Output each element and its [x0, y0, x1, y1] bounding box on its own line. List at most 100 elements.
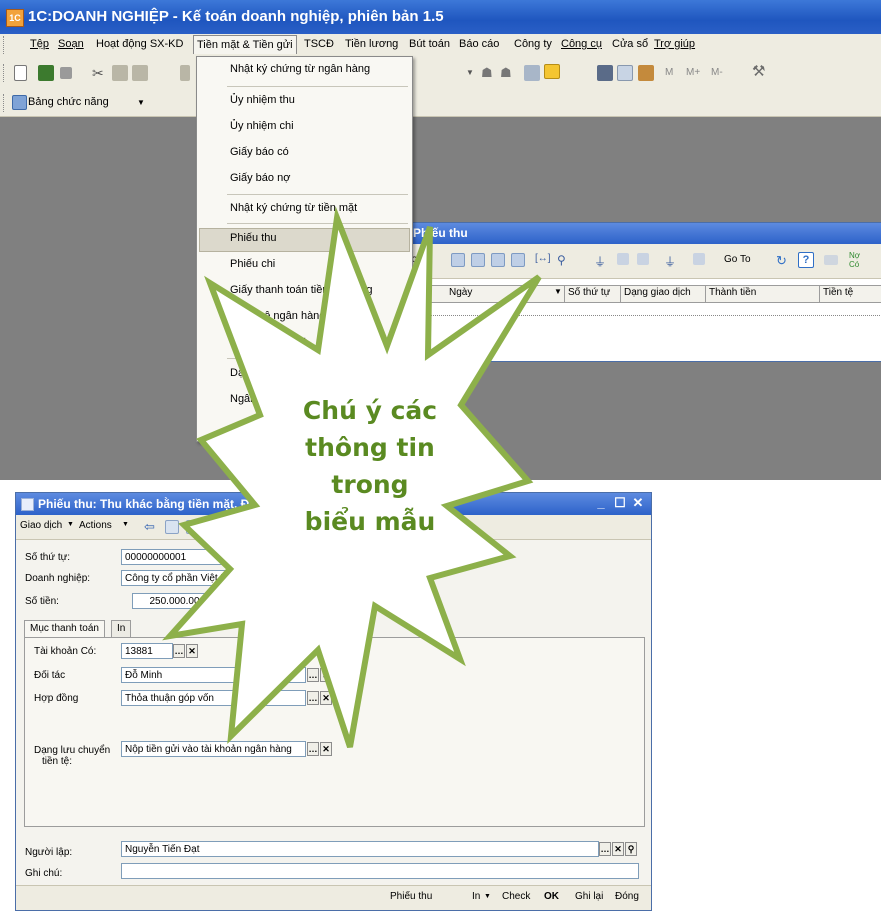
- menu-item-nhat-ky-tien-mat[interactable]: Nhật ký chứng từ tiền mặt: [230, 202, 357, 214]
- tai-khoan-clear-button[interactable]: ✕: [186, 644, 198, 658]
- calculator-icon[interactable]: [207, 594, 219, 608]
- new-document-icon[interactable]: [14, 65, 27, 81]
- save-form-icon[interactable]: [165, 520, 179, 534]
- menu-item-uy-nhiem-chi[interactable]: Ủy nhiệm chi: [230, 120, 294, 132]
- print-list-icon[interactable]: [693, 253, 705, 265]
- toolbar-grip[interactable]: [3, 64, 7, 82]
- menu-tscd[interactable]: TSCĐ: [304, 38, 334, 50]
- maximize-icon[interactable]: ☐: [612, 495, 628, 511]
- in-menu-button[interactable]: In: [472, 891, 480, 902]
- column-thanh-tien[interactable]: Thành tiền: [709, 287, 756, 298]
- nguoi-lap-clear-button[interactable]: ✕: [612, 842, 624, 856]
- doi-tac-field[interactable]: Đỗ Minh: [121, 667, 306, 683]
- copy-icon[interactable]: [112, 65, 128, 81]
- post-icon[interactable]: [186, 520, 200, 534]
- menu-cong-cu[interactable]: Công cụ: [561, 38, 602, 50]
- calculator-icon[interactable]: [597, 65, 613, 81]
- find-icon[interactable]: ☗: [481, 65, 497, 81]
- giao-dich-menu-button[interactable]: Giao dịch: [20, 520, 62, 531]
- doanh-nghiep-field[interactable]: Công ty cổ phần Việt Nga: [121, 570, 291, 586]
- menu-item-uy-nhiem-thu[interactable]: Ủy nhiệm thu: [230, 94, 295, 106]
- dang-luu-chuyen-field[interactable]: Nộp tiền gửi vào tài khoản ngân hàng: [121, 741, 306, 757]
- menu-hoat-dong[interactable]: Hoạt động SX-KD: [96, 38, 183, 50]
- help-icon[interactable]: ?: [798, 252, 814, 268]
- search-icon[interactable]: ⚲: [557, 253, 573, 269]
- save-icon[interactable]: [60, 67, 72, 79]
- help-tip-icon[interactable]: [544, 64, 560, 79]
- ok-button[interactable]: OK: [544, 891, 559, 902]
- menu-item-dang-luu-chuyen[interactable]: Dạng lưu chuyển tiền tệ: [230, 367, 347, 379]
- menubar-grip[interactable]: [3, 36, 7, 54]
- find-next-icon[interactable]: ☗: [500, 65, 516, 81]
- column-so-thu-tu[interactable]: Số thứ tự: [568, 287, 610, 298]
- printer-icon[interactable]: [824, 255, 838, 265]
- interval-icon[interactable]: [↔]: [535, 253, 551, 269]
- chevron-down-icon[interactable]: ▼: [122, 521, 129, 528]
- hierarchy-icon[interactable]: [637, 253, 649, 265]
- dropdown-arrow-icon[interactable]: ▼: [466, 68, 482, 84]
- hop-dong-clear-button[interactable]: ✕: [320, 691, 332, 705]
- menu-tien-mat-tien-gui[interactable]: Tiền mặt & Tiền gửi: [193, 35, 297, 54]
- filter-icon[interactable]: ⏚: [594, 253, 610, 269]
- menu-cua-so[interactable]: Cửa sổ: [612, 38, 648, 50]
- clear-filter-icon[interactable]: ⏚: [664, 253, 680, 269]
- open-icon[interactable]: [38, 65, 54, 81]
- edit-icon[interactable]: [491, 253, 505, 267]
- tai-khoan-select-button[interactable]: …: [173, 644, 185, 658]
- dong-button[interactable]: Đóng: [615, 891, 639, 902]
- empty-table-row[interactable]: [401, 315, 881, 316]
- column-dang-giao-dich[interactable]: Dạng giao dịch: [624, 287, 691, 298]
- nguoi-lap-field[interactable]: Nguyễn Tiến Đạt: [121, 841, 599, 857]
- actions-menu-button[interactable]: Actions: [79, 520, 112, 531]
- doi-tac-clear-button[interactable]: ✕: [320, 668, 332, 682]
- tai-khoan-co-field[interactable]: 13881: [121, 643, 173, 659]
- column-tien-te[interactable]: Tiền tệ: [823, 287, 853, 298]
- menu-item-phieu-chi[interactable]: Phiếu chi: [230, 258, 275, 270]
- chevron-down-icon[interactable]: ▼: [67, 521, 74, 528]
- chevron-down-icon[interactable]: ▼: [137, 98, 145, 107]
- copy-row-icon[interactable]: [471, 253, 485, 267]
- menu-item-nhat-ky-ngan-hang[interactable]: Nhật ký chứng từ ngân hàng: [230, 63, 370, 75]
- menu-tien-luong[interactable]: Tiền lương: [345, 38, 398, 50]
- menu-item-giay-bao-co[interactable]: Giấy báo có: [230, 146, 289, 158]
- ghi-lai-button[interactable]: Ghi lại: [575, 891, 603, 902]
- menu-item-giay-bao-no[interactable]: Giấy báo nợ: [230, 172, 290, 184]
- ghi-chu-field[interactable]: [121, 863, 639, 879]
- so-thu-tu-field[interactable]: 00000000001: [121, 549, 223, 565]
- menu-bao-cao[interactable]: Báo cáo: [459, 38, 499, 50]
- doi-tac-select-button[interactable]: …: [307, 668, 319, 682]
- memory-m-button[interactable]: M: [665, 67, 673, 78]
- back-arrow-icon[interactable]: ⇦: [144, 519, 160, 535]
- refresh-icon[interactable]: ↻: [776, 253, 792, 269]
- cut-icon[interactable]: ✂: [92, 65, 108, 81]
- report-icon[interactable]: [211, 520, 225, 534]
- calendar-icon[interactable]: [617, 65, 633, 81]
- check-button[interactable]: Check: [502, 891, 530, 902]
- add-icon[interactable]: [451, 253, 465, 267]
- hop-dong-field[interactable]: Thỏa thuận góp vốn: [121, 690, 306, 706]
- close-icon[interactable]: ✕: [630, 495, 646, 511]
- menu-soan[interactable]: Soạn: [58, 38, 84, 50]
- chevron-down-icon[interactable]: ▼: [484, 893, 491, 900]
- column-ngay[interactable]: Ngày: [449, 287, 472, 298]
- menu-item-giay-thanh-toan[interactable]: Giấy thanh toán tiền tạm ứng: [230, 284, 373, 296]
- function-panel-button[interactable]: Bảng chức năng: [28, 96, 109, 108]
- goto-menu-button[interactable]: Go To: [724, 254, 751, 265]
- sort-desc-icon[interactable]: ▼: [554, 287, 562, 296]
- nguoi-lap-search-icon[interactable]: ⚲: [625, 842, 637, 856]
- menu-tro-giup[interactable]: Trợ giúp: [654, 38, 695, 50]
- memory-minus-button[interactable]: M-: [711, 67, 723, 78]
- memory-plus-button[interactable]: M+: [686, 67, 700, 78]
- delete-icon[interactable]: [180, 65, 190, 81]
- list-icon[interactable]: [617, 253, 629, 265]
- menu-item-phieu-thu[interactable]: Phiếu thu: [230, 232, 276, 244]
- window-icon[interactable]: [524, 65, 540, 81]
- tab-muc-thanh-toan[interactable]: Mục thanh toán: [24, 620, 105, 637]
- menu-item-so-quy[interactable]: Sổ quỹ tiền mặt: [230, 336, 306, 348]
- tab-in[interactable]: In: [111, 620, 132, 637]
- menu-but-toan[interactable]: Bút toán: [409, 38, 450, 50]
- debit-credit-icon[interactable]: Nợ Có: [849, 251, 865, 269]
- dang-luu-chuyen-clear-button[interactable]: ✕: [320, 742, 332, 756]
- menu-cong-ty[interactable]: Công ty: [514, 38, 552, 50]
- menu-tep[interactable]: Tệp: [30, 38, 49, 50]
